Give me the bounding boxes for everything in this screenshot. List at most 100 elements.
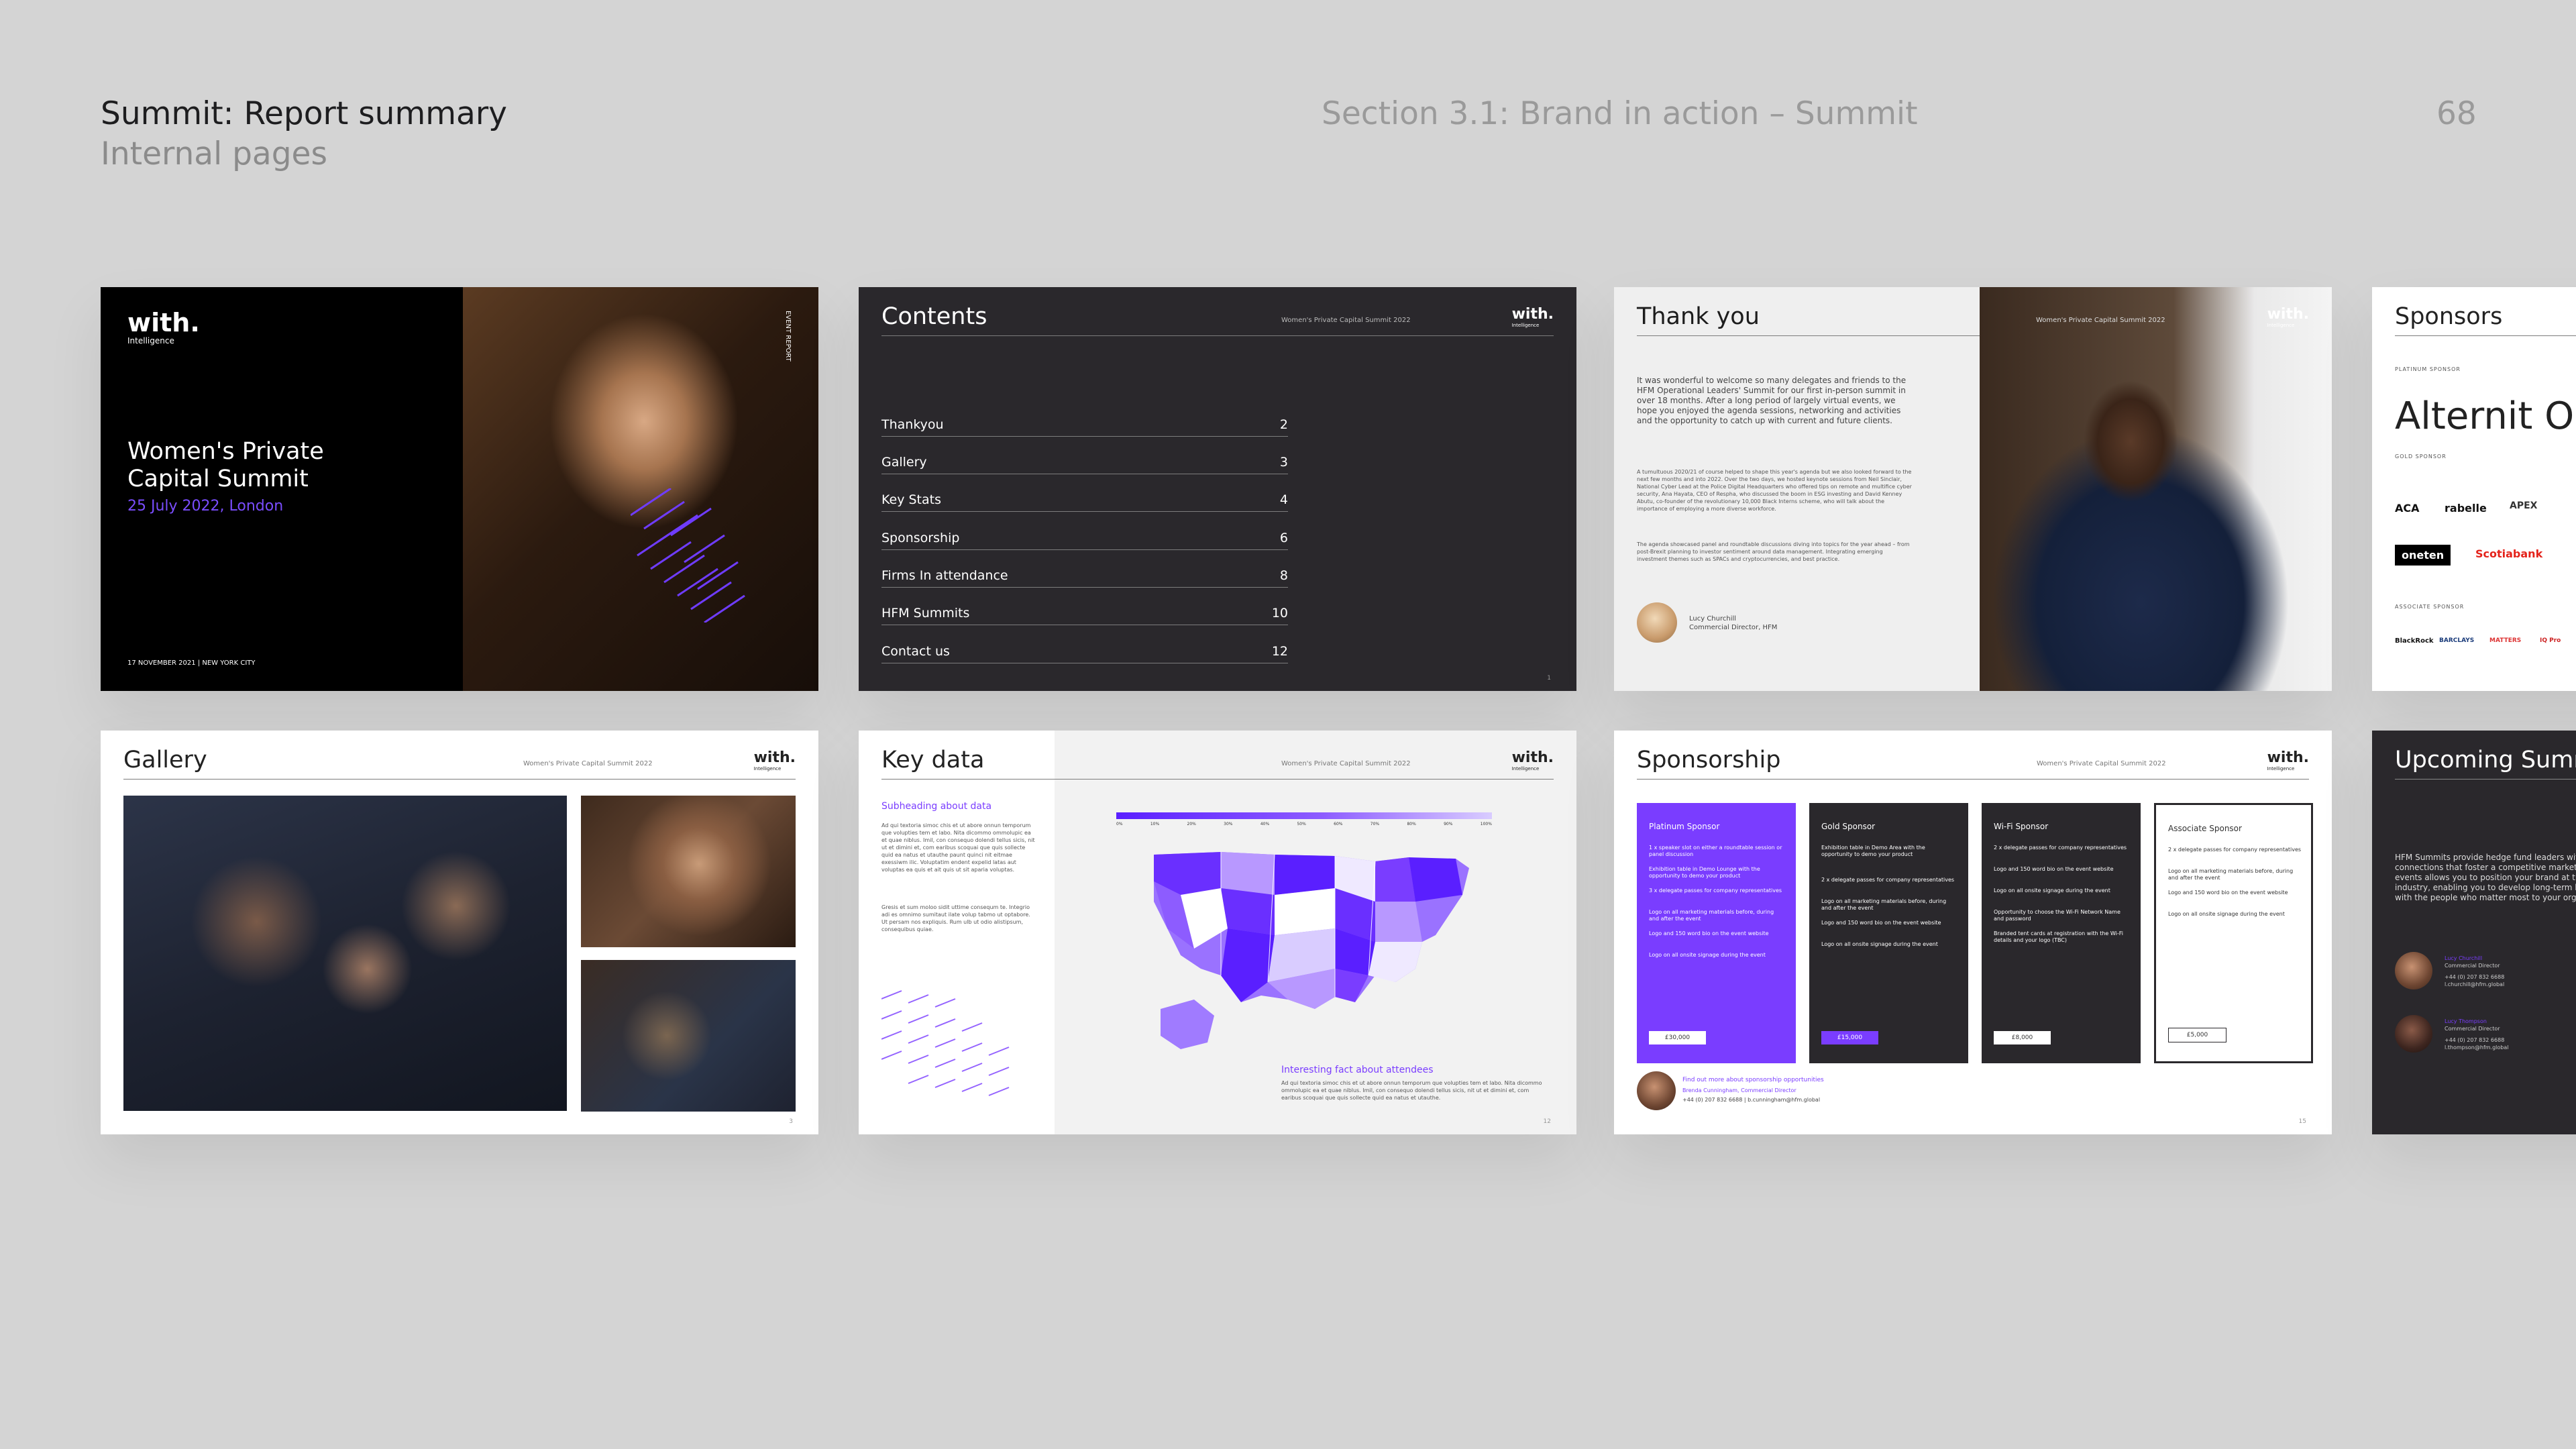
package-benefit: Logo and 150 word bio on the event websi… (1649, 930, 1769, 936)
cover-vertical-label: EVENT REPORT (784, 311, 792, 362)
slide-page-number: 1 (1547, 675, 1551, 682)
slide-thank-you[interactable]: Thank you It was wonderful to welcome so… (1614, 287, 2332, 691)
cover-footer: 17 NOVEMBER 2021 | NEW YORK CITY (127, 659, 256, 667)
slide-upcoming-summits[interactable]: Upcoming Summits HFM Summits provide hed… (2372, 731, 2576, 1134)
fact-body: Ad qui textoria simoc chis et ut abore o… (1281, 1080, 1542, 1101)
logo-text: with. (753, 749, 796, 766)
contact-name: Brenda Cunningham, Commercial Director (1682, 1087, 1796, 1093)
package-card-platinum[interactable]: Platinum Sponsor 1 x speaker slot on eit… (1637, 803, 1796, 1063)
toc-page: 2 (1279, 417, 1288, 432)
toc-page: 4 (1279, 492, 1288, 507)
package-benefit: Logo on all onsite signage during the ev… (1821, 941, 1938, 947)
cover-logo: with. Intelligence (127, 310, 200, 345)
sponsorship-title: Sponsorship (1637, 747, 1781, 773)
package-benefit: 1 x speaker slot on either a roundtable … (1649, 845, 1782, 857)
logo-subtext: Intelligence (1511, 323, 1540, 328)
gold-sponsor-logo: rabelle (2445, 502, 2487, 515)
logo-subtext: Intelligence (2267, 766, 2295, 771)
fact-heading: Interesting fact about attendees (1281, 1065, 1434, 1075)
title-rule (2395, 779, 2576, 780)
title-rule (1637, 335, 1980, 336)
package-card-wifi[interactable]: Wi-Fi Sponsor 2 x delegate passes for co… (1982, 803, 2141, 1063)
event-name-label: Women's Private Capital Summit 2022 (1281, 760, 1411, 767)
contact-details: +44 (0) 207 832 6688 | b.cunningham@hfm.… (1682, 1097, 1821, 1103)
contact-email: l.churchill@hfm.global (2445, 981, 2505, 987)
toc-item-contact[interactable]: Contact us 12 (881, 640, 1288, 663)
upcoming-body: HFM Summits provide hedge fund leaders w… (2395, 853, 2576, 902)
package-benefit: Exhibition table in Demo Lounge with the… (1649, 866, 1760, 879)
platinum-sponsor-logo: Alternit One (2395, 394, 2576, 438)
logo-subtext: Intelligence (2267, 323, 2295, 328)
gallery-title: Gallery (123, 747, 207, 773)
toc-label: Gallery (881, 455, 927, 470)
logo-text: with. (2267, 749, 2309, 766)
slide-sponsorship[interactable]: Sponsorship Women's Private Capital Summ… (1614, 731, 2332, 1134)
contact-name: Lucy Thompson (2445, 1018, 2487, 1024)
slide-logo: with. Intelligence (1512, 751, 1554, 771)
contact-role: Commercial Director (2445, 1026, 2500, 1032)
scale-tick: 50% (1297, 822, 1306, 826)
package-benefit: 2 x delegate passes for company represen… (1994, 845, 2127, 851)
slide-contents[interactable]: Contents Women's Private Capital Summit … (859, 287, 1576, 691)
slide-logo: with. Intelligence (2267, 751, 2309, 771)
gold-label: GOLD SPONSOR (2395, 453, 2447, 460)
section-label: Section 3.1: Brand in action – Summit (1322, 95, 1918, 132)
title-rule (881, 779, 1554, 780)
package-card-associate[interactable]: Associate Sponsor 2 x delegate passes fo… (2154, 803, 2313, 1063)
slide-logo: with. Intelligence (754, 751, 796, 771)
toc-item-firms[interactable]: Firms In attendance 8 (881, 564, 1288, 588)
contents-title: Contents (881, 303, 987, 330)
package-benefit: Branded tent cards at registration with … (1994, 930, 2123, 943)
cover-date: 25 July 2022, London (127, 498, 284, 515)
toc-label: Thankyou (881, 417, 944, 432)
logo-subtext: Intelligence (1511, 766, 1540, 771)
logo-subtext: Intelligence (753, 766, 782, 771)
associate-sponsor-logo: BlackRock (2395, 637, 2434, 645)
package-name: Wi-Fi Sponsor (1994, 822, 2049, 831)
slide-key-data[interactable]: Key data Women's Private Capital Summit … (859, 731, 1576, 1134)
package-name: Gold Sponsor (1821, 822, 1876, 831)
contact-avatar (2395, 952, 2432, 989)
slide-sponsors[interactable]: Sponsors PLATINUM SPONSOR Alternit One G… (2372, 287, 2576, 691)
toc-label: HFM Summits (881, 606, 970, 621)
toc-page: 12 (1271, 644, 1288, 659)
toc-page: 3 (1279, 455, 1288, 470)
page-subtitle: Internal pages (101, 136, 327, 172)
package-benefit: 2 x delegate passes for company represen… (1821, 877, 1955, 883)
toc-item-hfm-summits[interactable]: HFM Summits 10 (881, 602, 1288, 625)
event-name-label: Women's Private Capital Summit 2022 (1281, 317, 1411, 324)
scale-tick: 90% (1444, 822, 1453, 826)
slide-gallery[interactable]: Gallery Women's Private Capital Summit 2… (101, 731, 818, 1134)
toc-item-sponsorship[interactable]: Sponsorship 6 (881, 527, 1288, 550)
cover-photo (463, 287, 818, 691)
logo-text: with. (1511, 749, 1554, 766)
package-card-gold[interactable]: Gold Sponsor Exhibition table in Demo Ar… (1809, 803, 1968, 1063)
scale-tick: 30% (1224, 822, 1233, 826)
gold-sponsor-logo: Scotiabank (2475, 547, 2543, 560)
logo-text: with. (1511, 306, 1554, 323)
package-benefit: Logo and 150 word bio on the event websi… (1994, 866, 2114, 872)
platinum-label: PLATINUM SPONSOR (2395, 366, 2461, 372)
thankyou-body-1: A tumultuous 2020/21 of course helped to… (1637, 469, 1912, 512)
package-benefit: Logo on all marketing materials before, … (2168, 868, 2294, 881)
package-benefit: Logo and 150 word bio on the event websi… (2168, 890, 2288, 896)
cover-event-title: Women's Private Capital Summit (127, 438, 324, 492)
scale-tick: 0% (1116, 822, 1123, 826)
toc-item-gallery[interactable]: Gallery 3 (881, 451, 1288, 474)
thankyou-title: Thank you (1637, 303, 1760, 330)
keydata-body-2: Gresis et sum moloo sidit uttime consequ… (881, 904, 1030, 932)
title-rule (881, 335, 1554, 336)
keydata-title: Key data (881, 747, 985, 773)
slide-cover[interactable]: with. Intelligence Women's Private Capit… (101, 287, 818, 691)
toc-page: 10 (1271, 606, 1288, 621)
toc-item-key-stats[interactable]: Key Stats 4 (881, 488, 1288, 512)
gallery-photo-conversation (581, 796, 796, 947)
slide-page-number: 3 (789, 1118, 793, 1125)
toc-item-thankyou[interactable]: Thankyou 2 (881, 413, 1288, 437)
scale-tick: 40% (1260, 822, 1270, 826)
scale-tick: 20% (1187, 822, 1196, 826)
scale-ticks: 0% 10% 20% 30% 40% 50% 60% 70% 80% 90% 100% (1116, 822, 1492, 826)
contact-name: Lucy Churchill (2445, 955, 2483, 961)
contact-phone: +44 (0) 207 832 6688 (2445, 1037, 2505, 1043)
purple-stripes-graphic (881, 990, 1010, 1096)
